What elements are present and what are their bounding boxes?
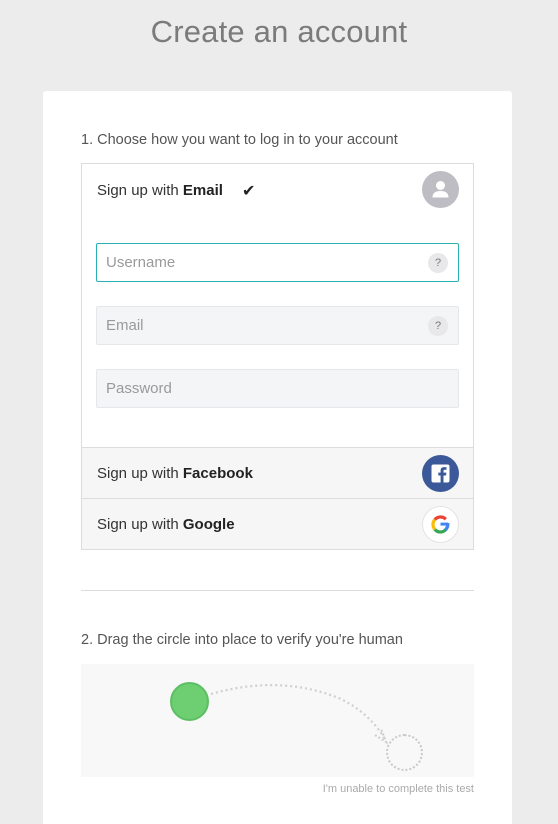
page-title: Create an account: [150, 14, 408, 49]
drop-target[interactable]: [386, 734, 423, 771]
email-field: ?: [96, 306, 459, 345]
facebook-icon: [422, 455, 459, 492]
password-field: [96, 369, 459, 408]
facebook-option-title: Sign up with Facebook: [97, 465, 253, 482]
username-field: ?: [96, 243, 459, 282]
unable-to-complete-link[interactable]: I'm unable to complete this test: [323, 783, 474, 795]
step1-label: 1. Choose how you want to log in to your…: [81, 132, 398, 148]
signup-options: Sign up with Email ✔ ? ?: [81, 163, 474, 550]
check-icon: ✔: [242, 183, 256, 200]
email-option-title: Sign up with Email: [97, 182, 223, 199]
google-option-title: Sign up with Google: [97, 516, 235, 533]
facebook-signup-option[interactable]: Sign up with Facebook: [82, 447, 473, 498]
section-divider: [81, 590, 474, 591]
drag-handle[interactable]: [170, 682, 209, 721]
google-signup-option[interactable]: Sign up with Google: [82, 498, 473, 549]
email-input[interactable]: [97, 307, 458, 344]
username-input[interactable]: [97, 244, 458, 281]
email-help-icon[interactable]: ?: [428, 316, 448, 336]
signup-card: 1. Choose how you want to log in to your…: [43, 91, 512, 824]
username-help-icon[interactable]: ?: [428, 253, 448, 273]
person-icon: [422, 171, 459, 208]
password-input[interactable]: [97, 370, 458, 407]
drag-captcha: [81, 664, 474, 777]
google-icon: [422, 506, 459, 543]
step2-label: 2. Drag the circle into place to verify …: [81, 632, 403, 648]
email-signup-option[interactable]: Sign up with Email ✔ ? ?: [82, 164, 473, 447]
